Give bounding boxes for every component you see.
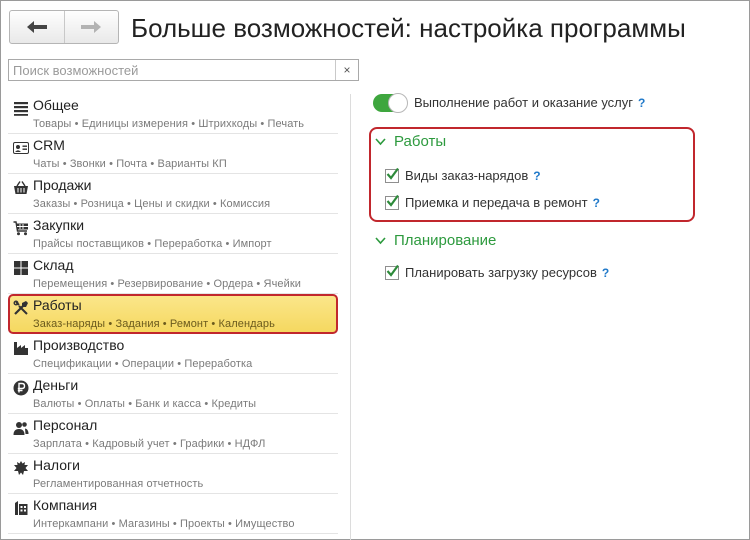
arrow-right-icon [81,21,102,33]
ruble-icon [13,380,29,396]
repair-handover-label: Приемка и передача в ремонт [405,195,588,210]
category-works[interactable]: Работы Заказ-наряды • Задания • Ремонт •… [8,294,338,334]
chevron-down-icon [375,138,386,146]
page-title: Больше возможностей: настройка программы [131,13,686,43]
repair-handover-help-link[interactable]: ? [593,196,600,210]
factory-icon [14,342,28,355]
chevron-down-icon [375,237,386,245]
resource-planning-row: Планировать загрузку ресурсов? [405,265,609,280]
checkbox-resource-planning[interactable] [385,264,399,280]
category-list: Общее Товары • Единицы измерения • Штрих… [8,94,338,540]
category-subtitle: Заказ-наряды • Задания • Ремонт • Календ… [33,318,275,330]
category-subtitle: Чаты • Звонки • Почта • Варианты КП [33,158,227,170]
company-icon [15,501,28,515]
category-subtitle: Перемещения • Резервирование • Ордера • … [33,278,302,290]
category-warehouse[interactable]: Склад Перемещения • Резервирование • Орд… [8,254,338,294]
category-label: Налоги [33,457,80,473]
services-toggle-row: Выполнение работ и оказание услуг? [414,95,645,110]
back-button[interactable] [10,11,64,43]
order-types-help-link[interactable]: ? [533,169,540,183]
section-planning-header[interactable]: Планирование [375,232,496,249]
toggle-knob [388,93,408,113]
services-toggle[interactable] [373,93,408,113]
order-types-row: Виды заказ-нарядов? [405,168,541,183]
category-money[interactable]: Деньги Валюты • Оплаты • Банк и касса • … [8,374,338,414]
category-label: Склад [33,257,74,273]
category-production[interactable]: Производство Спецификации • Операции • П… [8,334,338,374]
category-label: Производство [33,337,125,353]
emblem-icon [14,461,28,475]
checkbox-repair-handover[interactable] [385,194,399,210]
basket-icon [14,181,28,194]
category-subtitle: Товары • Единицы измерения • Штрихкоды •… [33,118,305,130]
checkmark-icon [386,194,399,207]
category-label: Продажи [33,177,92,193]
category-label: Компания [33,497,98,513]
tools-icon [13,300,28,315]
panel-divider [350,94,351,540]
category-purchases[interactable]: Закупки Прайсы поставщиков • Переработка… [8,214,338,254]
category-label: Закупки [33,217,85,233]
category-subtitle: Регламентированная отчетность [33,478,204,490]
people-icon [13,422,29,435]
navigation-buttons [9,10,119,44]
search-box: × [8,59,359,81]
category-subtitle: Интеркампани • Магазины • Проекты • Имущ… [33,518,295,530]
category-subtitle: Валюты • Оплаты • Банк и касса • Кредиты [33,398,257,410]
services-toggle-label: Выполнение работ и оказание услуг [414,95,634,110]
section-works-header[interactable]: Работы [375,133,446,150]
order-types-label: Виды заказ-нарядов [405,168,529,183]
category-subtitle: Зарплата • Кадровый учет • Графики • НДФ… [33,438,266,450]
category-taxes[interactable]: Налоги Регламентированная отчетность [8,454,338,494]
search-input[interactable] [9,60,335,80]
category-label: Персонал [33,417,98,433]
repair-handover-row: Приемка и передача в ремонт? [405,195,600,210]
resource-planning-help-link[interactable]: ? [602,266,609,280]
category-general[interactable]: Общее Товары • Единицы измерения • Штрих… [8,94,338,134]
list-icon [14,102,28,116]
category-label: Работы [33,297,82,313]
cart-icon [13,221,28,236]
crm-card-icon [13,142,29,154]
category-subtitle: Прайсы поставщиков • Переработка • Импор… [33,238,272,250]
arrow-left-icon [26,21,47,33]
category-personnel[interactable]: Персонал Зарплата • Кадровый учет • Граф… [8,414,338,454]
warehouse-icon [14,261,28,275]
services-help-link[interactable]: ? [638,96,645,110]
checkmark-icon [386,167,399,180]
category-company[interactable]: Компания Интеркампани • Магазины • Проек… [8,494,338,534]
category-crm[interactable]: CRM Чаты • Звонки • Почта • Варианты КП [8,134,338,174]
category-subtitle: Заказы • Розница • Цены и скидки • Комис… [33,198,271,210]
category-label: Общее [33,97,79,113]
search-clear-button[interactable]: × [335,60,358,80]
section-planning-title: Планирование [394,232,497,249]
category-sales[interactable]: Продажи Заказы • Розница • Цены и скидки… [8,174,338,214]
checkbox-order-types[interactable] [385,167,399,183]
category-label: Деньги [33,377,79,393]
checkmark-icon [386,264,399,277]
section-works-title: Работы [394,133,447,150]
resource-planning-label: Планировать загрузку ресурсов [405,265,597,280]
category-label: CRM [33,137,65,153]
category-subtitle: Спецификации • Операции • Переработка [33,358,253,370]
forward-button[interactable] [63,11,119,43]
